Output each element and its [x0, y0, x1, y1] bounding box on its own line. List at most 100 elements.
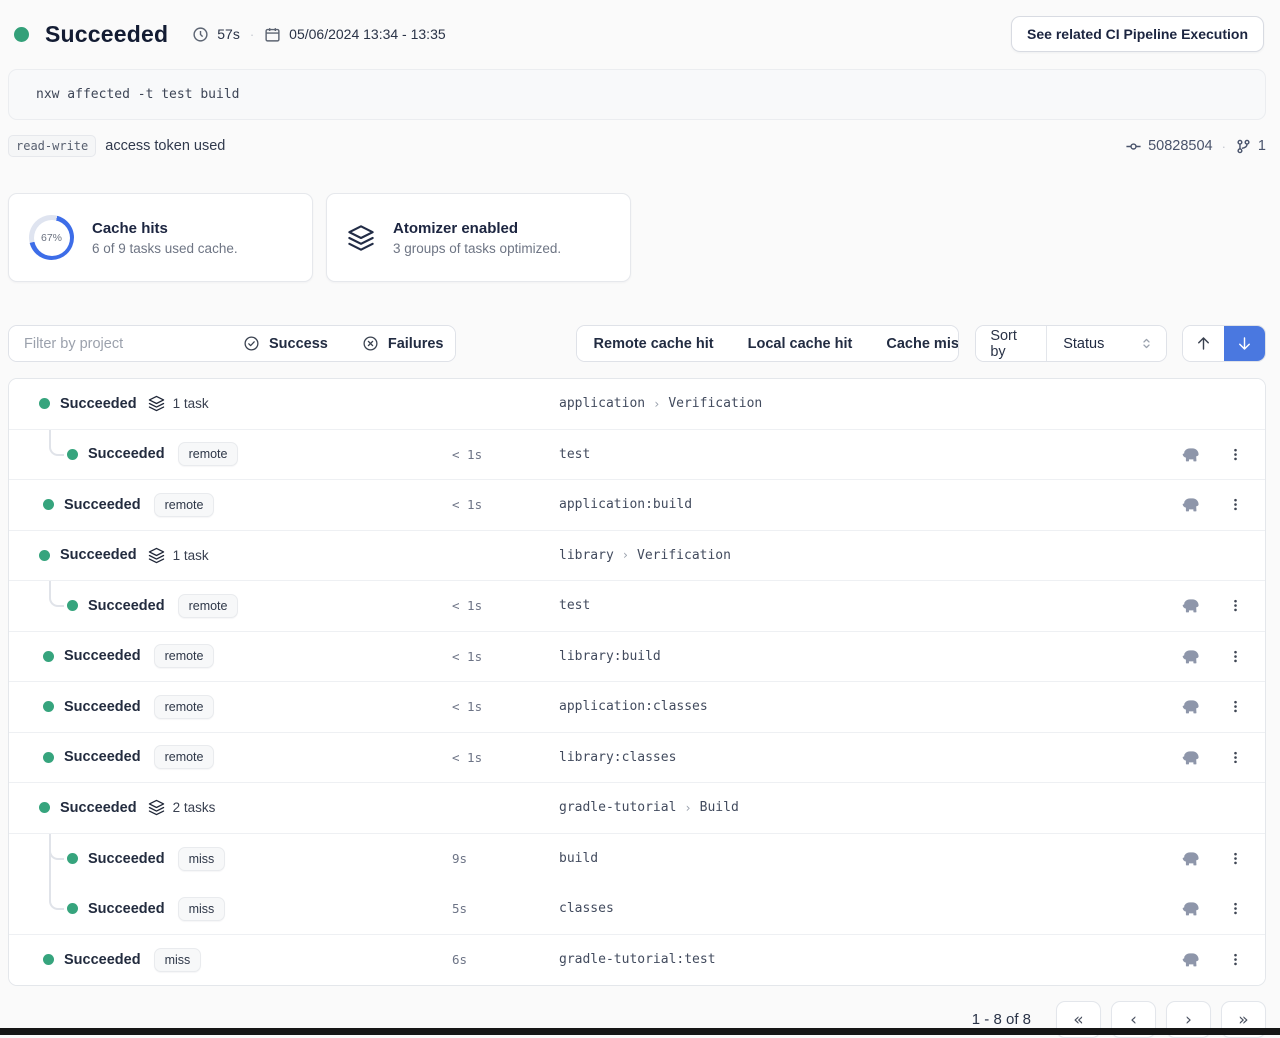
- row-status: Succeeded: [88, 598, 165, 614]
- sort-selected-value: Status: [1063, 336, 1104, 352]
- arrow-up-icon: [1194, 334, 1213, 353]
- remote-cache-hit-button[interactable]: Remote cache hit: [577, 326, 731, 361]
- task-name: test: [559, 598, 1145, 613]
- status-dot: [67, 853, 78, 864]
- status-dot: [39, 802, 50, 813]
- atomizer-subtitle: 3 groups of tasks optimized.: [393, 241, 561, 256]
- pagination-range: 1 - 8 of 8: [972, 1011, 1031, 1028]
- task-row[interactable]: Succeeded remote < 1s application:classe…: [9, 682, 1265, 733]
- row-menu-kebab-icon[interactable]: [1228, 698, 1243, 715]
- summary-cards: 67% Cache hits 6 of 9 tasks used cache. …: [8, 193, 1266, 282]
- cache-status-badge: remote: [154, 644, 215, 668]
- task-name: test: [559, 447, 1145, 462]
- task-duration: 6s: [452, 952, 559, 967]
- breadcrumb-target: Verification: [668, 396, 762, 411]
- task-name: gradle-tutorial:test: [559, 952, 1145, 967]
- breadcrumb-project: gradle-tutorial: [559, 800, 676, 815]
- sort-descending-button[interactable]: [1224, 326, 1265, 361]
- branch-link[interactable]: 1: [1235, 138, 1266, 155]
- gradle-elephant-icon[interactable]: [1180, 850, 1201, 867]
- task-row[interactable]: Succeeded remote < 1s application:build: [9, 480, 1265, 531]
- run-duration: 57s: [217, 26, 240, 42]
- cache-status-badge: remote: [154, 745, 215, 769]
- task-group-row[interactable]: Succeeded 1 task application › Verificat…: [9, 379, 1265, 430]
- row-menu-kebab-icon[interactable]: [1228, 597, 1243, 614]
- atomizer-card[interactable]: Atomizer enabled 3 groups of tasks optim…: [326, 193, 631, 282]
- filter-failures-button[interactable]: Failures: [345, 326, 456, 361]
- row-menu-kebab-icon[interactable]: [1228, 850, 1243, 867]
- command-text: nxw affected -t test build: [36, 87, 240, 102]
- run-date-range: 05/06/2024 13:34 - 13:35: [289, 26, 445, 42]
- tree-connector: [49, 581, 64, 607]
- task-group-row[interactable]: Succeeded 2 tasks gradle-tutorial › Buil…: [9, 783, 1265, 834]
- filter-success-button[interactable]: Success: [226, 326, 345, 361]
- gradle-elephant-icon[interactable]: [1180, 698, 1201, 715]
- command-box: nxw affected -t test build: [8, 69, 1266, 120]
- branch-icon: [1235, 138, 1252, 155]
- local-cache-hit-button[interactable]: Local cache hit: [731, 326, 870, 361]
- project-filter-group: Success Failures: [8, 325, 456, 362]
- commit-link[interactable]: 50828504: [1125, 138, 1213, 155]
- task-duration: < 1s: [452, 447, 559, 462]
- task-row[interactable]: Succeeded remote < 1s library:build: [9, 632, 1265, 683]
- task-row[interactable]: Succeeded remote < 1s test: [9, 430, 1265, 481]
- cache-miss-button[interactable]: Cache miss: [869, 326, 959, 361]
- task-row[interactable]: Succeeded miss 9s build: [9, 834, 1265, 885]
- status-dot: [67, 600, 78, 611]
- check-circle-icon: [243, 335, 260, 352]
- gradle-elephant-icon[interactable]: [1180, 496, 1201, 513]
- see-related-ci-pipeline-button[interactable]: See related CI Pipeline Execution: [1011, 16, 1264, 52]
- row-menu-kebab-icon[interactable]: [1228, 496, 1243, 513]
- task-name: application:build: [559, 497, 1145, 512]
- filter-project-input[interactable]: [9, 326, 226, 361]
- row-status: Succeeded: [64, 952, 141, 968]
- filter-success-label: Success: [269, 336, 328, 352]
- sort-ascending-button[interactable]: [1183, 326, 1224, 361]
- row-menu-kebab-icon[interactable]: [1228, 900, 1243, 917]
- sort-direction-group: [1182, 325, 1266, 362]
- filter-bar: Success Failures Remote cache hit Local …: [8, 325, 1266, 362]
- row-menu-kebab-icon[interactable]: [1228, 446, 1243, 463]
- task-name: application:classes: [559, 699, 1145, 714]
- cache-hits-subtitle: 6 of 9 tasks used cache.: [92, 241, 238, 256]
- status-dot: [43, 701, 54, 712]
- task-row[interactable]: Succeeded remote < 1s library:classes: [9, 733, 1265, 784]
- arrow-down-icon: [1235, 334, 1254, 353]
- task-group-row[interactable]: Succeeded 1 task library › Verification: [9, 531, 1265, 582]
- gradle-elephant-icon[interactable]: [1180, 951, 1201, 968]
- task-duration: < 1s: [452, 598, 559, 613]
- row-menu-kebab-icon[interactable]: [1228, 749, 1243, 766]
- task-row[interactable]: Succeeded miss 5s classes: [9, 884, 1265, 935]
- gradle-elephant-icon[interactable]: [1180, 648, 1201, 665]
- vcs-separator: ·: [1222, 139, 1226, 154]
- filter-failures-label: Failures: [388, 336, 444, 352]
- task-name: library:classes: [559, 750, 1145, 765]
- row-menu-kebab-icon[interactable]: [1228, 648, 1243, 665]
- sort-select[interactable]: Status: [1046, 326, 1165, 361]
- row-status: Succeeded: [88, 851, 165, 867]
- row-status: Succeeded: [64, 699, 141, 715]
- task-list: Succeeded 1 task application › Verificat…: [8, 378, 1266, 986]
- task-duration: 9s: [452, 851, 559, 866]
- gradle-elephant-icon[interactable]: [1180, 900, 1201, 917]
- gradle-elephant-icon[interactable]: [1180, 446, 1201, 463]
- gradle-elephant-icon[interactable]: [1180, 597, 1201, 614]
- task-row[interactable]: Succeeded miss 6s gradle-tutorial:test: [9, 935, 1265, 986]
- row-menu-kebab-icon[interactable]: [1228, 951, 1243, 968]
- breadcrumb-target: Verification: [637, 548, 731, 563]
- row-status: Succeeded: [88, 901, 165, 917]
- status-dot: [43, 499, 54, 510]
- row-status: Succeeded: [64, 648, 141, 664]
- cache-status-badge: remote: [178, 594, 239, 618]
- cache-hit-ring: 67%: [29, 215, 74, 260]
- task-row[interactable]: Succeeded remote < 1s test: [9, 581, 1265, 632]
- cache-hits-card[interactable]: 67% Cache hits 6 of 9 tasks used cache.: [8, 193, 313, 282]
- clock-icon: [192, 26, 209, 43]
- group-task-count: 1 task: [173, 548, 209, 563]
- layers-icon: [347, 224, 375, 252]
- gradle-elephant-icon[interactable]: [1180, 749, 1201, 766]
- atomizer-title: Atomizer enabled: [393, 220, 561, 237]
- access-token-badge: read-write: [8, 135, 96, 157]
- layers-icon: [148, 395, 165, 412]
- meta-separator: ·: [250, 27, 254, 42]
